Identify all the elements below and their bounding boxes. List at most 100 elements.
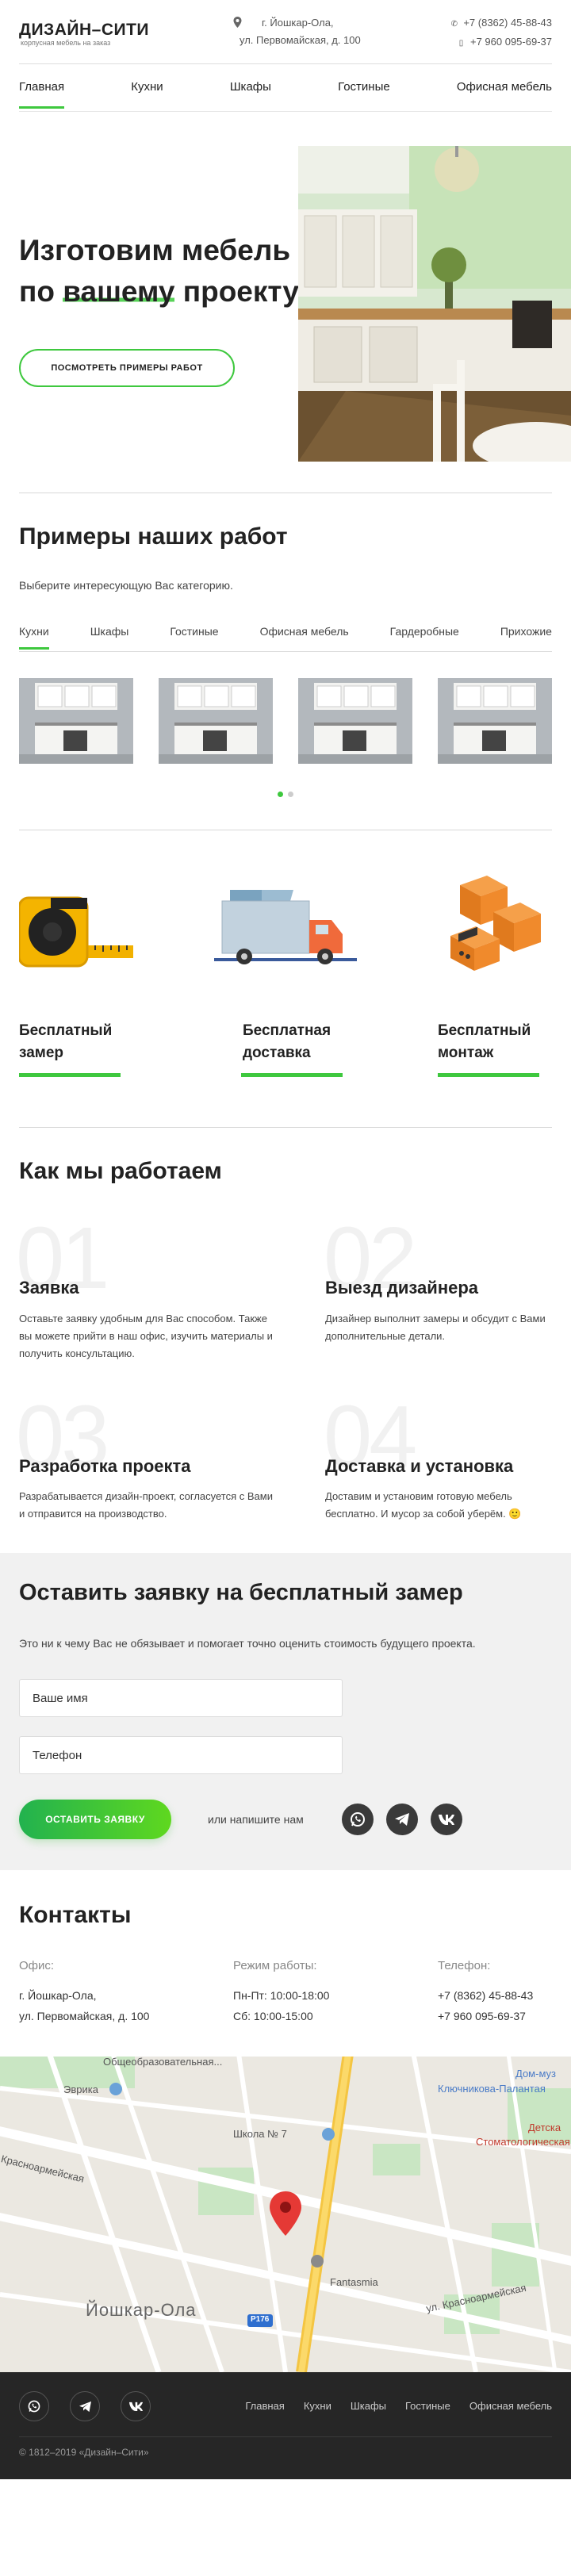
step-description: Разрабатывается дизайн-проект, согласует…	[19, 1490, 273, 1520]
hours-weekdays: Пн-Пт: 10:00-18:00	[233, 1989, 330, 2002]
working-hours: Пн-Пт: 10:00-18:00 Сб: 10:00-15:00	[233, 1985, 329, 2026]
contacts-title: Контакты	[19, 1902, 132, 1928]
header-divider	[19, 63, 552, 64]
tab-hallways[interactable]: Прихожие	[500, 625, 552, 649]
request-title: Оставить заявку на бесплатный замер	[19, 1580, 463, 1605]
footer-nav: Главная Кухни Шкафы Гостиные Офисная меб…	[245, 2400, 552, 2412]
hero-title-line-2-end: проекту	[174, 275, 300, 308]
nav-item-office-furniture[interactable]: Офисная мебель	[457, 80, 552, 108]
telegram-icon[interactable]	[70, 2391, 100, 2421]
hero-title: Изготовим мебель по вашему проекту	[19, 230, 299, 312]
location-map[interactable]: Общеобразовательная... Эврика Дом-муз Кл…	[0, 2057, 571, 2372]
works-subtitle: Выберите интересующую Вас категорию.	[19, 579, 233, 592]
contact-phone-1[interactable]: +7 (8362) 45-88-43	[438, 1985, 533, 2006]
nav-item-home[interactable]: Главная	[19, 80, 65, 109]
feature-title-free-measure: Бесплатный замер	[19, 1022, 113, 1061]
hours-label: Режим работы:	[233, 1959, 317, 1972]
map-label: Эврика	[63, 2083, 98, 2095]
map-label: Ключникова-Палантая	[438, 2083, 546, 2095]
footer	[0, 2372, 571, 2479]
copyright: © 1812–2019 «Дизайн–Сити»	[19, 2447, 149, 2458]
map-label: Школа № 7	[233, 2128, 287, 2140]
tab-wardrobes[interactable]: Шкафы	[90, 625, 129, 649]
tape-measure-icon	[17, 872, 136, 983]
office-label: Офис:	[19, 1959, 55, 1972]
slider-dot[interactable]	[288, 792, 293, 797]
feature-title-free-delivery: Бесплатная доставка	[243, 1022, 331, 1061]
map-label: Дом-муз	[515, 2068, 556, 2080]
header-address: г. Йошкар-Ола, ул. Первомайская, д. 100	[233, 14, 361, 49]
vk-icon[interactable]	[121, 2391, 151, 2421]
address-line-1: г. Йошкар-Ола,	[262, 17, 334, 29]
tab-walk-in-closets[interactable]: Гардеробные	[390, 625, 459, 649]
footer-nav-kitchens[interactable]: Кухни	[304, 2400, 331, 2412]
feature-underline	[19, 1073, 121, 1077]
step-description: Дизайнер выполнит замеры и обсудит с Вам…	[325, 1313, 546, 1342]
step-title: Разработка проекта	[19, 1456, 191, 1476]
contact-phones: +7 (8362) 45-88-43 +7 960 095-69-37	[438, 1985, 533, 2026]
step-description: Доставим и установим готовую мебель бесп…	[325, 1490, 522, 1520]
request-subtitle: Это ни к чему Вас не обязывает и помогае…	[19, 1637, 476, 1650]
step-title: Заявка	[19, 1278, 79, 1298]
step-title: Выезд дизайнера	[325, 1278, 479, 1298]
tabs-divider	[19, 651, 552, 652]
map-label: Стоматологическая	[476, 2136, 570, 2148]
tab-kitchens[interactable]: Кухни	[19, 625, 49, 650]
footer-nav-living-rooms[interactable]: Гостиные	[405, 2400, 450, 2412]
nav-item-wardrobes[interactable]: Шкафы	[230, 80, 271, 108]
header-phones: ✆ +7 (8362) 45-88-43 ▯ +7 960 095-69-37	[450, 14, 552, 52]
contact-phone-2[interactable]: +7 960 095-69-37	[438, 2006, 533, 2026]
or-write-us-label: или напишите нам	[208, 1813, 304, 1826]
phone-label: Телефон:	[438, 1959, 491, 1972]
phone-field[interactable]: Телефон	[19, 1736, 343, 1774]
tab-living-rooms[interactable]: Гостиные	[170, 625, 218, 649]
map-label: Fantasmia	[330, 2276, 378, 2288]
header-phone-2[interactable]: +7 960 095-69-37	[470, 36, 552, 48]
main-nav: Главная Кухни Шкафы Гостиные Офисная меб…	[19, 80, 552, 109]
hero-title-line-2-start: по	[19, 275, 63, 308]
vk-icon[interactable]	[431, 1804, 462, 1835]
feature-underline	[438, 1073, 539, 1077]
step-title: Доставка и установка	[325, 1456, 514, 1476]
hero-title-line-2: по вашему проекту	[19, 271, 299, 312]
office-address-line-2: ул. Первомайская, д. 100	[19, 2010, 150, 2022]
hours-saturday: Сб: 10:00-15:00	[233, 2010, 313, 2022]
office-address: г. Йошкар-Ола, ул. Первомайская, д. 100	[19, 1985, 149, 2026]
footer-nav-wardrobes[interactable]: Шкафы	[351, 2400, 386, 2412]
telegram-icon[interactable]	[386, 1804, 418, 1835]
nav-item-kitchens[interactable]: Кухни	[131, 80, 163, 108]
view-works-button[interactable]: ПОСМОТРЕТЬ ПРИМЕРЫ РАБОТ	[19, 349, 235, 387]
work-thumbnail[interactable]	[298, 678, 412, 764]
whatsapp-icon[interactable]	[342, 1804, 374, 1835]
map-city-label: Йошкар-Ола	[86, 2300, 197, 2320]
feature-underline	[241, 1073, 343, 1077]
name-field[interactable]: Ваше имя	[19, 1679, 343, 1717]
logo-subtitle: корпусная мебель на заказ	[21, 39, 111, 47]
footer-divider	[19, 2436, 552, 2437]
phone-icon: ✆	[450, 20, 458, 29]
slider-dot[interactable]	[278, 792, 283, 797]
feature-title-free-assembly: Бесплатный монтаж	[438, 1022, 531, 1061]
submit-request-button[interactable]: ОСТАВИТЬ ЗАЯВКУ	[19, 1800, 171, 1839]
map-label: Детска	[528, 2122, 561, 2133]
logo-title[interactable]: ДИЗАЙН–СИТИ	[19, 21, 149, 40]
work-thumbnail[interactable]	[159, 678, 273, 764]
footer-nav-home[interactable]: Главная	[245, 2400, 284, 2412]
mobile-icon: ▯	[458, 39, 464, 48]
footer-nav-office-furniture[interactable]: Офисная мебель	[469, 2400, 552, 2412]
work-thumbnail[interactable]	[19, 678, 133, 764]
slider-dots	[278, 792, 293, 797]
tab-office-furniture[interactable]: Офисная мебель	[260, 625, 349, 649]
header-phone-1[interactable]: +7 (8362) 45-88-43	[463, 17, 552, 29]
step-description: Оставьте заявку удобным для Вас способом…	[19, 1313, 273, 1359]
office-address-line-1: г. Йошкар-Ола,	[19, 1989, 97, 2002]
works-tabs: Кухни Шкафы Гостиные Офисная мебель Гард…	[19, 625, 552, 650]
section-divider	[19, 1127, 552, 1128]
work-thumbnail[interactable]	[438, 678, 552, 764]
furniture-assembly-icon	[444, 872, 552, 983]
map-label: Общеобразовательная...	[103, 2057, 223, 2068]
hero-title-line-1: Изготовим мебель	[19, 234, 291, 266]
how-we-work-title: Как мы работаем	[19, 1158, 222, 1184]
whatsapp-icon[interactable]	[19, 2391, 49, 2421]
nav-item-living-rooms[interactable]: Гостиные	[338, 80, 390, 108]
